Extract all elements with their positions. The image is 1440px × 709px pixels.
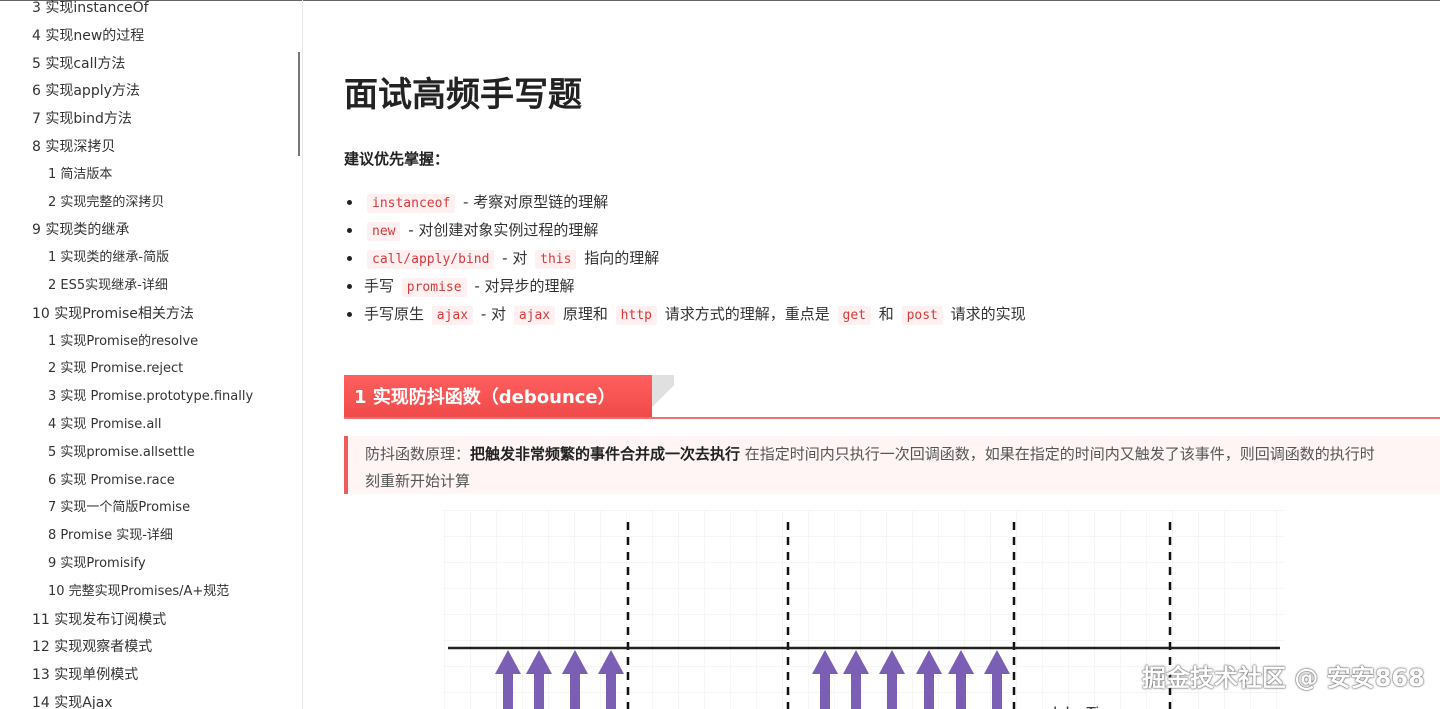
quote-line-2: 刻重新开始计算: [365, 472, 471, 490]
quote-lead: 防抖函数原理：: [365, 445, 471, 463]
toc-item[interactable]: 3 实现 Promise.prototype.finally: [48, 386, 253, 408]
table-of-contents: 3 实现instanceOf 4 实现new的过程 5 实现call方法 6 实现ap…: [0, 0, 303, 709]
toc-item[interactable]: 4 实现 Promise.all: [48, 414, 162, 436]
inline-code: call/apply/bind: [367, 250, 495, 269]
quote-line-1: 防抖函数原理：把触发非常频繁的事件合并成一次去执行 在指定时间内只执行一次回调函…: [365, 441, 1440, 468]
toc-item[interactable]: 10 实现Promise相关方法: [32, 303, 194, 325]
toc-item[interactable]: 8 实现深拷贝: [32, 136, 115, 158]
list-item: instanceof - 考察对原型链的理解: [344, 188, 1026, 216]
list-item-text: 请求的实现: [945, 305, 1026, 323]
list-item-text: 手写: [364, 277, 399, 295]
list-item-text: - 对: [497, 249, 533, 267]
inline-code: http: [615, 306, 657, 325]
toc-item[interactable]: 6 实现apply方法: [32, 80, 140, 102]
toc-item[interactable]: 2 ES5实现继承-详细: [48, 275, 168, 297]
inline-code: this: [535, 250, 577, 269]
toc-item[interactable]: 10 完整实现Promises/A+规范: [48, 581, 229, 603]
intro-label: 建议优先掌握：: [344, 150, 450, 168]
toc-item[interactable]: 3 实现instanceOf: [32, 0, 149, 19]
inline-code: ajax: [431, 306, 474, 325]
toc-item[interactable]: 8 Promise 实现-详细: [48, 525, 173, 547]
list-item: call/apply/bind - 对 this 指向的理解: [344, 244, 1026, 272]
toc-item[interactable]: 5 实现promise.allsettle: [48, 442, 195, 464]
section-tab-fold: [652, 375, 674, 417]
article-content: 面试高频手写题 建议优先掌握： instanceof - 考察对原型链的理解 n…: [344, 0, 1440, 709]
toc-item[interactable]: 1 简洁版本: [48, 164, 112, 186]
list-item: 手写 promise - 对异步的理解: [344, 272, 1026, 300]
toc-item[interactable]: 9 实现类的继承: [32, 219, 129, 241]
sidebar-scrollbar[interactable]: [298, 52, 300, 156]
principle-quote: 防抖函数原理：把触发非常频繁的事件合并成一次去执行 在指定时间内只执行一次回调函…: [344, 436, 1440, 494]
toc-item[interactable]: 4 实现new的过程: [32, 25, 144, 47]
list-item-text: - 考察对原型链的理解: [458, 193, 609, 211]
page-title: 面试高频手写题: [344, 75, 582, 115]
toc-item[interactable]: 5 实现call方法: [32, 53, 125, 75]
list-item-text: 指向的理解: [579, 249, 660, 267]
list-item-text: 手写原生: [364, 305, 429, 323]
inline-code: instanceof: [367, 194, 456, 213]
toc-item[interactable]: 14 实现Ajax: [32, 692, 113, 709]
watermark: 掘金技术社区 @ 安安868: [1142, 664, 1425, 692]
section-underline: [344, 417, 1440, 419]
delay-time-label: delayTime: [1048, 705, 1121, 709]
toc-item[interactable]: 6 实现 Promise.race: [48, 470, 175, 492]
inline-code: ajax: [513, 306, 556, 325]
list-item-text: - 对创建对象实例过程的理解: [403, 221, 599, 239]
section-heading: 1 实现防抖函数（debounce）: [344, 375, 1440, 419]
toc-item[interactable]: 9 实现Promisify: [48, 553, 146, 575]
toc-item[interactable]: 1 实现Promise的resolve: [48, 331, 198, 353]
list-item-text: - 对异步的理解: [469, 277, 575, 295]
toc-item[interactable]: 12 实现观察者模式: [32, 636, 152, 658]
toc-item[interactable]: 11 实现发布订阅模式: [32, 609, 166, 631]
list-item-text: 和: [874, 305, 899, 323]
toc-item[interactable]: 2 实现 Promise.reject: [48, 358, 183, 380]
inline-code: post: [901, 306, 943, 325]
list-item-text: - 对: [476, 305, 511, 323]
inline-code: get: [837, 306, 872, 325]
toc-item[interactable]: 7 实现bind方法: [32, 108, 132, 130]
toc-item[interactable]: 2 实现完整的深拷贝: [48, 192, 164, 214]
list-item: new - 对创建对象实例过程的理解: [344, 216, 1026, 244]
list-item-text: 请求方式的理解，重点是: [659, 305, 835, 323]
toc-item[interactable]: 7 实现一个简版Promise: [48, 497, 190, 519]
list-item: 手写原生 ajax - 对 ajax 原理和 http 请求方式的理解，重点是 …: [344, 300, 1026, 328]
priority-list: instanceof - 考察对原型链的理解 new - 对创建对象实例过程的理…: [344, 188, 1026, 328]
toc-item[interactable]: 1 实现类的继承-简版: [48, 247, 169, 269]
section-title: 1 实现防抖函数（debounce）: [344, 375, 652, 417]
inline-code: new: [367, 222, 401, 241]
toc-item[interactable]: 13 实现单例模式: [32, 664, 138, 686]
list-item-text: 原理和: [558, 305, 613, 323]
quote-text: 在指定时间内只执行一次回调函数，如果在指定的时间内又触发了该事件，则回调函数的执…: [740, 445, 1375, 463]
inline-code: promise: [401, 278, 467, 297]
quote-emphasis: 把触发非常频繁的事件合并成一次去执行: [470, 445, 741, 463]
